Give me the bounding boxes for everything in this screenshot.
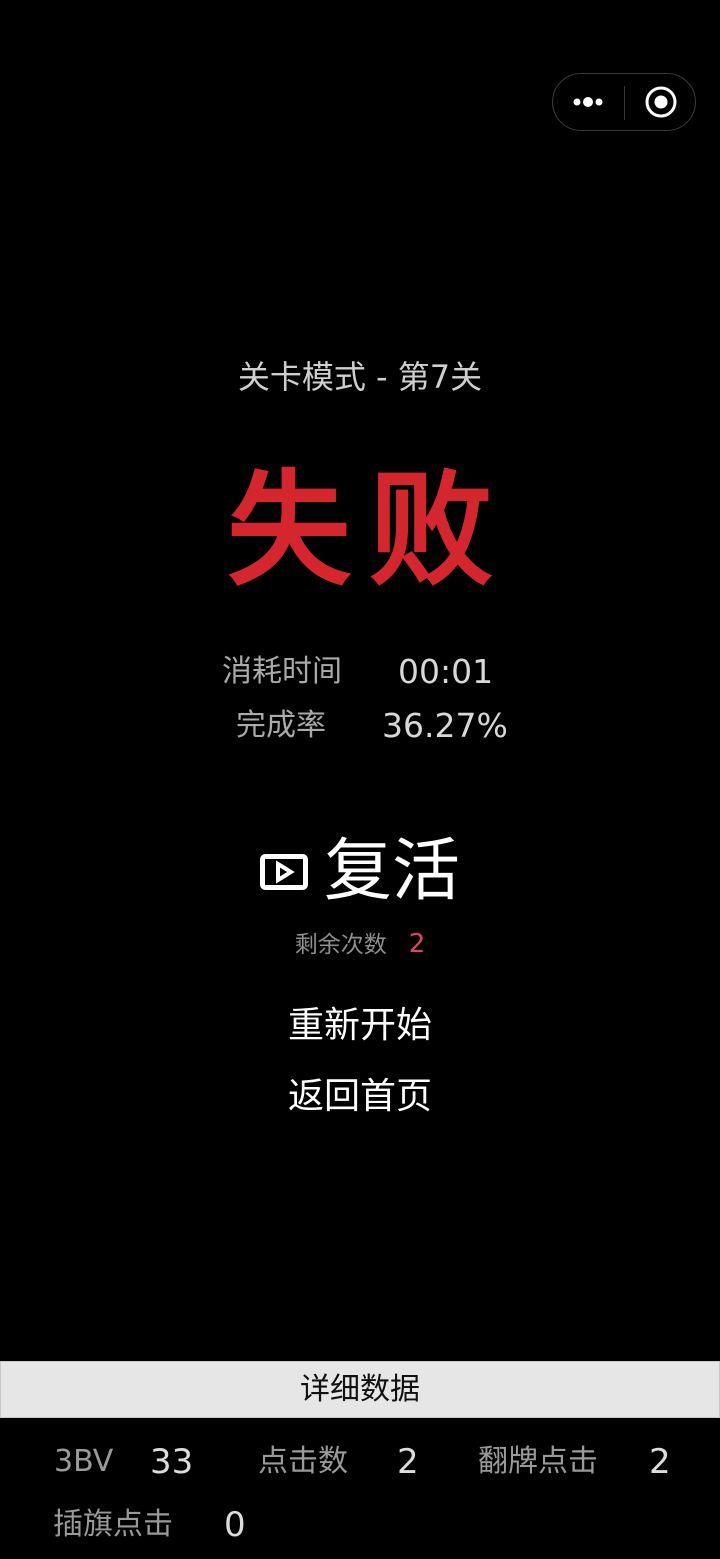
revive-label: 复活 — [323, 832, 460, 911]
revive-remaining: 剩余次数 2 — [0, 926, 720, 963]
remaining-count: 2 — [408, 929, 426, 959]
completion-value: 36.27% — [382, 706, 508, 745]
detail-flip-clicks-label: 翻牌点击 — [478, 1444, 598, 1479]
result-title: 失败 — [226, 459, 511, 603]
revive-button[interactable]: 复活 — [0, 832, 720, 912]
detail-flip-clicks-value: 2 — [649, 1442, 671, 1482]
detail-3bv-label: 3BV — [54, 1444, 114, 1479]
detail-flag-clicks-value: 0 — [224, 1505, 246, 1545]
more-dots-icon — [573, 97, 602, 107]
detail-3bv-value: 33 — [150, 1442, 194, 1482]
detail-clicks-value: 2 — [397, 1442, 419, 1482]
level-title: 关卡模式 - 第7关 — [237, 358, 483, 396]
restart-button[interactable]: 重新开始 — [0, 1001, 720, 1051]
time-stat-row: 消耗时间 00:01 — [0, 645, 720, 699]
home-button[interactable]: 返回首页 — [0, 1072, 720, 1122]
video-play-icon — [259, 854, 308, 890]
result-stats: 消耗时间 00:01 完成率 36.27% — [0, 645, 720, 753]
completion-stat-row: 完成率 36.27% — [0, 699, 720, 753]
time-value: 00:01 — [398, 652, 494, 691]
detail-clicks-label: 点击数 — [258, 1444, 348, 1479]
details-header[interactable]: 详细数据 — [0, 1361, 720, 1418]
remaining-label: 剩余次数 — [294, 932, 387, 958]
more-button[interactable] — [553, 74, 624, 130]
time-label: 消耗时间 — [222, 654, 342, 689]
completion-label: 完成率 — [236, 708, 326, 743]
close-miniprogram-button[interactable] — [625, 74, 696, 130]
target-circle-icon — [645, 86, 676, 118]
miniprogram-capsule — [552, 73, 696, 131]
detail-flag-clicks-label: 插旗点击 — [53, 1507, 173, 1542]
